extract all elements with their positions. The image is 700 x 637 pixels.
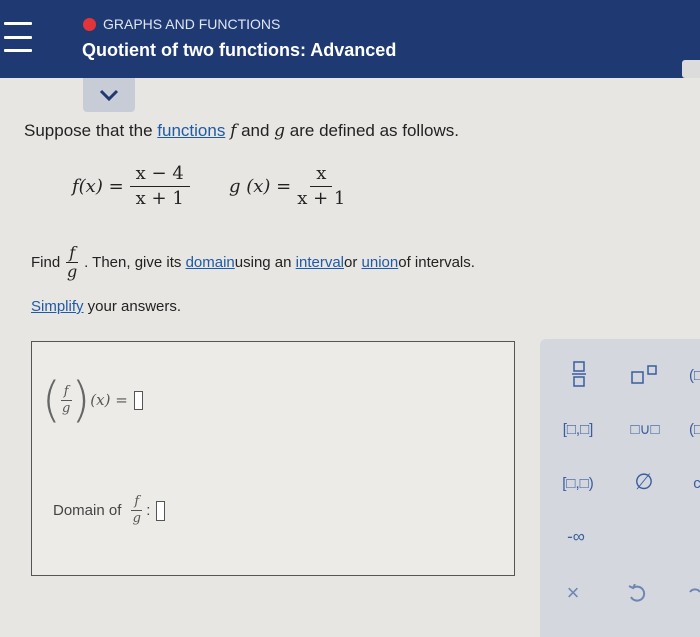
link-domain[interactable]: domain — [186, 254, 235, 271]
corner-button[interactable] — [682, 60, 700, 78]
partial-key-right-2[interactable]: (□ — [685, 417, 700, 441]
topic-status-dot-icon — [83, 17, 96, 31]
domain-answer-input[interactable] — [156, 500, 166, 521]
math-keypad: (□ [□,□] □∪□ (□ [□,□) ∅ c -∞ × — [540, 339, 700, 637]
domain-expression: Domain of f g : — [53, 494, 166, 527]
link-functions[interactable]: functions — [157, 121, 225, 140]
half-open-interval-icon[interactable]: [□,□) — [548, 471, 608, 495]
negative-infinity-icon[interactable]: -∞ — [554, 525, 598, 549]
fraction-icon[interactable] — [570, 359, 588, 389]
partial-key-right[interactable]: (□ — [685, 365, 700, 385]
clear-icon[interactable]: × — [558, 580, 588, 605]
menu-icon[interactable] — [4, 22, 32, 52]
quotient-answer-input[interactable] — [133, 390, 143, 410]
chevron-down-icon — [99, 89, 119, 102]
answer-area: ( f g ) (x) = Domain of f g : — [31, 341, 515, 576]
link-interval[interactable]: interval — [296, 254, 344, 271]
closed-interval-icon[interactable]: [□,□] — [548, 417, 608, 441]
link-simplify[interactable]: Simplify — [31, 298, 84, 315]
link-union[interactable]: union — [362, 254, 399, 271]
redo-icon[interactable] — [686, 583, 700, 605]
topic-label: GRAPHS AND FUNCTIONS — [83, 16, 280, 32]
page-title: Quotient of two functions: Advanced — [82, 40, 397, 60]
quotient-expression: ( f g ) (x) = — [42, 376, 143, 424]
find-instruction: Find f g . Then, give its domain using a… — [31, 243, 475, 281]
f-definition: f(x) = x − 4 x + 1 — [72, 164, 190, 209]
g-definition: g (x) = x x + 1 — [229, 163, 346, 209]
empty-set-icon[interactable]: ∅ — [624, 469, 664, 495]
top-bar: GRAPHS AND FUNCTIONS Quotient of two fun… — [0, 0, 700, 78]
problem-intro: Suppose that the functions f and g are d… — [24, 121, 459, 141]
undo-icon[interactable] — [624, 583, 650, 605]
partial-key-c[interactable]: c — [690, 471, 700, 495]
collapse-toggle[interactable] — [83, 78, 135, 112]
union-icon[interactable]: □∪□ — [620, 417, 670, 441]
simplify-instruction: Simplify your answers. — [31, 298, 182, 315]
superscript-icon[interactable] — [628, 363, 662, 387]
